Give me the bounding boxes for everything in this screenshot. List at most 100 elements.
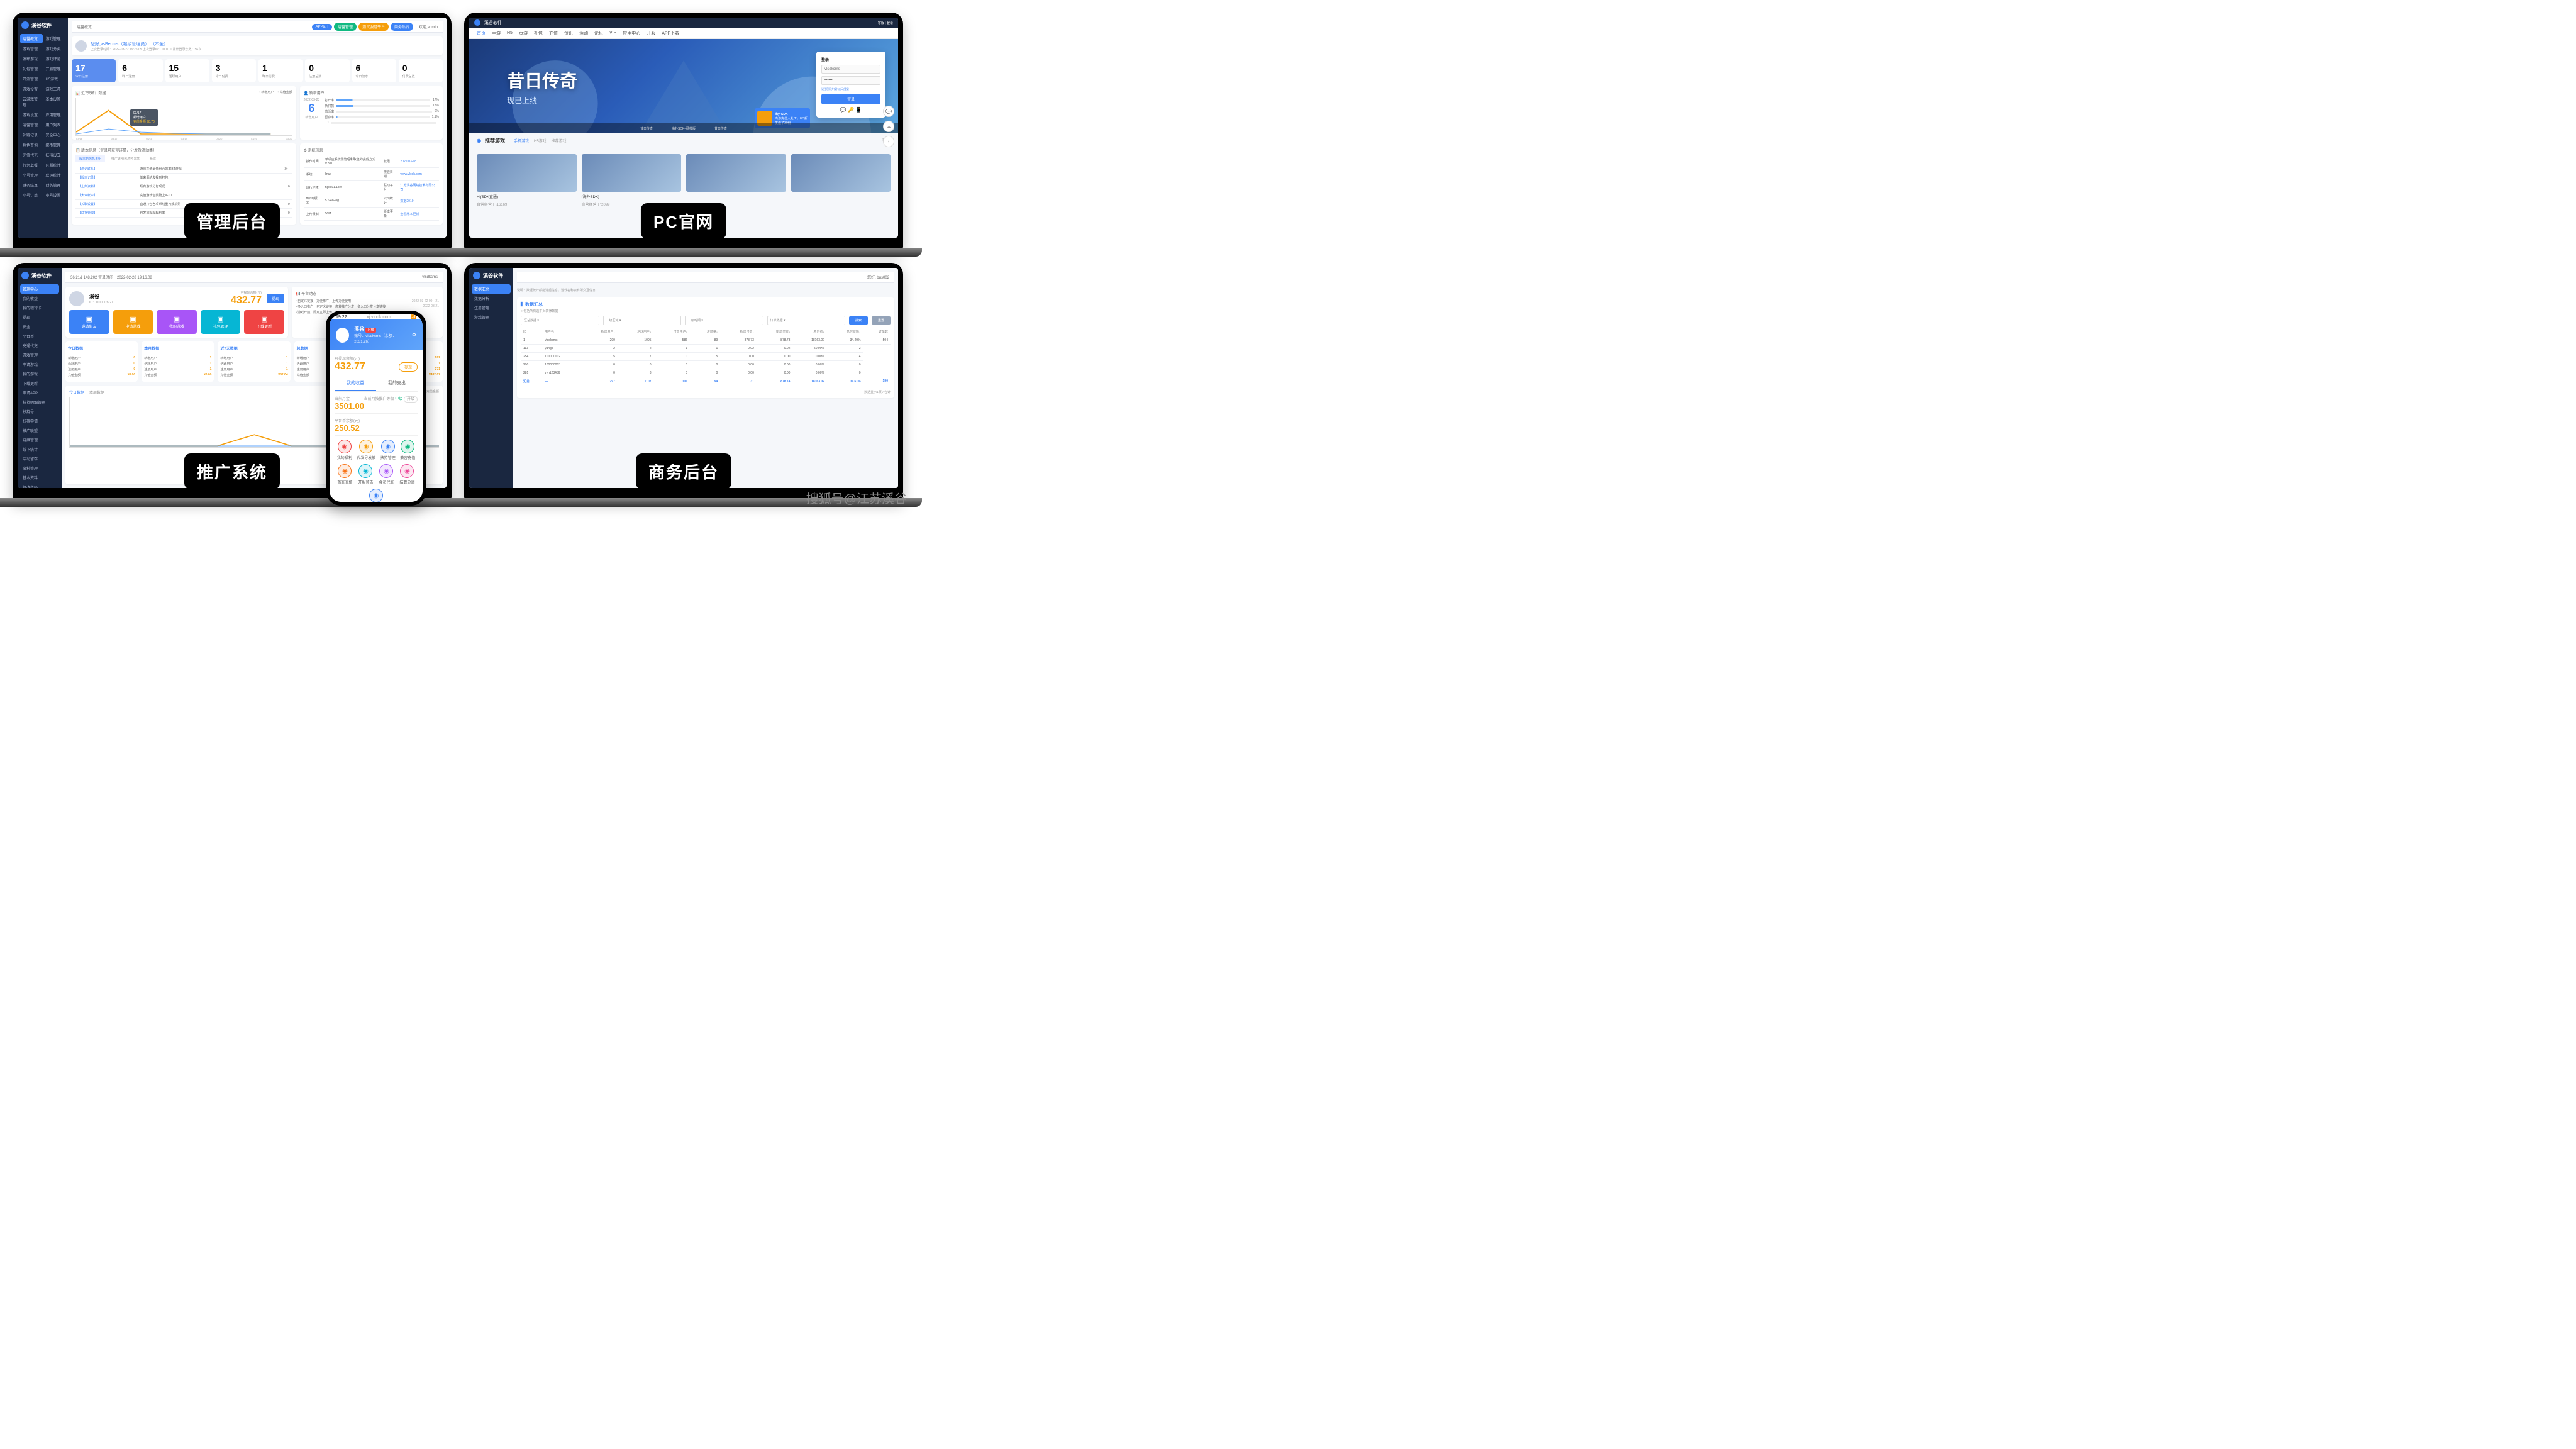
sidebar-item[interactable]: 基本资料 xyxy=(20,473,59,482)
sidebar-item[interactable]: 管理中心 xyxy=(20,284,59,294)
nav-item[interactable]: 活动 xyxy=(579,30,588,36)
withdraw-button[interactable]: 提现 xyxy=(267,294,284,303)
sidebar-item[interactable]: 游戏分类 xyxy=(43,44,66,53)
sidebar-item[interactable]: 安全中心 xyxy=(43,130,66,140)
nav-item[interactable]: 充值 xyxy=(549,30,558,36)
sidebar-item[interactable]: 申请APP xyxy=(20,388,59,397)
sidebar-item[interactable]: 资料管理 xyxy=(20,464,59,473)
sidebar-item[interactable]: 应用管理 xyxy=(43,110,66,119)
float-icon[interactable]: ☁ xyxy=(883,121,894,132)
sidebar-item[interactable]: 运营管理 xyxy=(20,120,43,130)
nav-item[interactable]: H5 xyxy=(507,31,513,35)
quick-action[interactable]: ◉扶持管理 xyxy=(380,440,396,460)
quick-action[interactable]: ◉我的福利 xyxy=(337,440,352,460)
sidebar-item[interactable]: 我的游戏 xyxy=(20,369,59,379)
nav-item[interactable]: 资讯 xyxy=(564,30,573,36)
sidebar-item[interactable]: 云游戏管理 xyxy=(20,94,43,109)
quick-action[interactable]: ◉帮助 xyxy=(369,489,383,502)
filter-select[interactable]: 汇总数据 ▾ xyxy=(521,316,599,325)
quick-action[interactable]: ◉会员代充 xyxy=(379,464,394,485)
sidebar-item[interactable]: 活动留存 xyxy=(20,454,59,464)
nav-item[interactable]: 应用中心 xyxy=(623,30,640,36)
quick-action[interactable]: ◉开服预告 xyxy=(358,464,373,485)
btn1-button[interactable]: 搜索 xyxy=(849,316,868,325)
nav-item[interactable]: VIP xyxy=(609,31,616,35)
table-row[interactable]: 113yangji22110.020.0250.00%2 xyxy=(521,345,891,353)
nav-item[interactable]: 首页 xyxy=(477,30,486,36)
table-row[interactable]: 25410000000257050.000.000.00%14 xyxy=(521,353,891,361)
table-row[interactable]: 1vlsdkcms290109558689878.73878.7318163.0… xyxy=(521,336,891,345)
sidebar-item[interactable]: 推广联盟 xyxy=(20,426,59,435)
header-pill[interactable]: 测试服务平台 xyxy=(358,23,389,31)
sidebar-item[interactable]: 开服管理 xyxy=(43,64,66,74)
sidebar-item[interactable]: 基本设置 xyxy=(43,94,66,109)
login-user[interactable] xyxy=(821,65,880,74)
table-row[interactable]: 281yyh12345603000.000.000.00%0 xyxy=(521,369,891,377)
quick-action[interactable]: ◉代发导发放 xyxy=(357,440,375,460)
sidebar-item[interactable]: 修改密码 xyxy=(20,482,59,488)
sidebar-item[interactable]: 线下统计 xyxy=(20,445,59,454)
sidebar-item[interactable]: 区服统计 xyxy=(43,160,66,170)
sidebar-item[interactable]: 申请游戏 xyxy=(20,360,59,369)
sidebar-item[interactable]: 游戏管理 xyxy=(472,313,511,322)
sidebar-item[interactable]: 游戏管理 xyxy=(20,350,59,360)
sidebar-item[interactable]: 扶持申请 xyxy=(20,416,59,426)
nav-item[interactable]: 开服 xyxy=(647,30,655,36)
sidebar-item[interactable]: 财务结算 xyxy=(20,180,43,190)
sidebar-item[interactable]: 小号管理 xyxy=(20,170,43,180)
sidebar-item[interactable]: 行为上报 xyxy=(20,160,43,170)
quick-action[interactable]: ◉结算分润 xyxy=(399,464,414,485)
sidebar-item[interactable]: 提现 xyxy=(20,313,59,322)
sidebar-item[interactable]: 小号订单 xyxy=(20,191,43,200)
withdraw-button[interactable]: 提现 xyxy=(399,362,418,372)
game-card[interactable] xyxy=(686,154,786,207)
tab[interactable]: 我的收益 xyxy=(335,376,376,391)
btn2-button[interactable]: 重置 xyxy=(872,316,891,325)
sidebar-item[interactable]: 下载更新 xyxy=(20,379,59,388)
sidebar-item[interactable]: 注册管理 xyxy=(472,303,511,313)
sidebar-item[interactable]: 扶持号 xyxy=(20,407,59,416)
nav-item[interactable]: 手游 xyxy=(492,30,501,36)
tab[interactable]: 我的支出 xyxy=(376,376,418,391)
game-card[interactable]: Hi(SDK直通)直营经营 已16169 xyxy=(477,154,577,207)
nav-item[interactable]: APP下载 xyxy=(662,30,679,36)
float-icon[interactable]: ↑ xyxy=(883,136,894,147)
sidebar-item[interactable]: 礼包管理 xyxy=(20,64,43,74)
login-button[interactable]: 登录 xyxy=(821,94,880,104)
sidebar-item[interactable]: 用户列表 xyxy=(43,120,66,130)
header-pill[interactable]: APP&H xyxy=(312,24,332,30)
game-card[interactable]: (海外SDK)直营经营 已2099 xyxy=(582,154,682,207)
game-card[interactable] xyxy=(791,154,891,207)
sidebar-item[interactable]: 我的银行卡 xyxy=(20,303,59,313)
sidebar-item[interactable]: 运营概览 xyxy=(20,34,43,43)
sidebar-item[interactable]: 平台币 xyxy=(20,331,59,341)
sidebar-item[interactable]: 充通代充 xyxy=(20,341,59,350)
sidebar-item[interactable]: 我的收益 xyxy=(20,294,59,303)
sidebar-item[interactable]: 安全 xyxy=(20,322,59,331)
quick-action[interactable]: ◉兼容充值 xyxy=(400,440,415,460)
sidebar-item[interactable]: 扶持明细管理 xyxy=(20,397,59,407)
header-pill[interactable]: 商务后台 xyxy=(391,23,413,31)
sidebar-item[interactable]: 扶持设立 xyxy=(43,150,66,160)
sidebar-item[interactable]: H5游戏 xyxy=(43,74,66,84)
sidebar-item[interactable]: 游戏评论 xyxy=(43,54,66,64)
nav-item[interactable]: 论坛 xyxy=(594,30,603,36)
nav-item[interactable]: 礼包 xyxy=(534,30,543,36)
float-icon[interactable]: 💬 xyxy=(883,106,894,117)
table-row[interactable]: 29010000000300000.000.000.00%0 xyxy=(521,361,891,369)
sidebar-item[interactable]: 游戏管理 xyxy=(43,34,66,43)
sidebar-item[interactable]: 数据分析 xyxy=(472,294,511,303)
sidebar-item[interactable]: 补链记录 xyxy=(20,130,43,140)
action-button[interactable]: ▣礼包管理 xyxy=(201,310,241,334)
quick-action[interactable]: ◉首充充值 xyxy=(337,464,352,485)
sidebar-item[interactable]: 角色查询 xyxy=(20,140,43,150)
sidebar-item[interactable]: 联运统计 xyxy=(43,170,66,180)
sidebar-item[interactable]: 游戏设置 xyxy=(20,110,43,119)
filter-select[interactable]: 二级区域 ▾ xyxy=(603,316,682,325)
login-pass[interactable] xyxy=(821,76,880,85)
gear-icon[interactable]: ⚙ xyxy=(412,332,416,338)
action-button[interactable]: ▣下载更新 xyxy=(244,310,284,334)
action-button[interactable]: ▣邀请好友 xyxy=(69,310,109,334)
sidebar-item[interactable]: 链接管理 xyxy=(20,435,59,445)
filter-select[interactable]: 二级时间 ▾ xyxy=(685,316,763,325)
